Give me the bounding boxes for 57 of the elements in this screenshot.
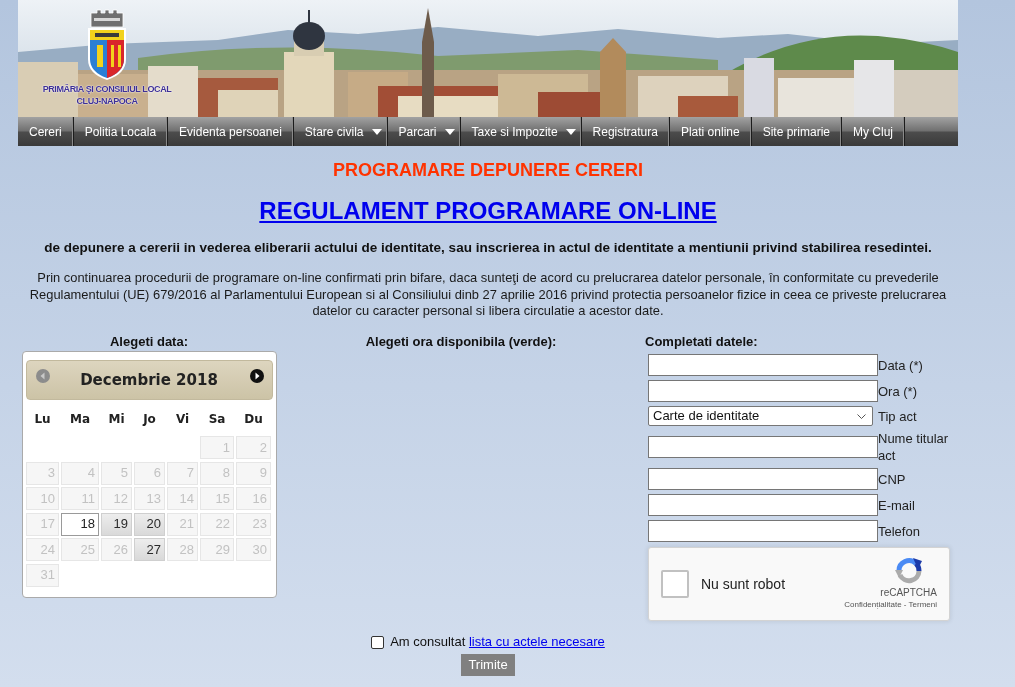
captcha-legal-links[interactable]: Confidențialitate - Termeni xyxy=(844,600,937,610)
input-field[interactable] xyxy=(648,468,878,490)
nav-item[interactable]: Politia Locala xyxy=(73,117,169,146)
nav-item[interactable]: Parcari xyxy=(387,117,461,146)
field-label: Data (*) xyxy=(878,356,924,374)
coat-of-arms-icon xyxy=(85,9,129,81)
day-cell[interactable]: 18 xyxy=(61,512,99,536)
field-label: Tip act xyxy=(878,407,918,425)
page-title: PROGRAMARE DEPUNERE CERERI xyxy=(332,160,643,180)
next-month-icon[interactable] xyxy=(249,369,264,383)
chevron-down-icon xyxy=(857,413,866,419)
day-cell[interactable]: 20 xyxy=(134,512,165,536)
nav-item[interactable]: Stare civila xyxy=(293,117,388,146)
weekday-label: Vi xyxy=(175,411,190,427)
weekday-label: Ma xyxy=(69,411,90,427)
nav-item[interactable]: Site primarie xyxy=(751,117,842,146)
field-label: CNP xyxy=(878,470,907,488)
select-field[interactable]: Carte de identitate xyxy=(648,406,873,426)
input-field[interactable] xyxy=(648,436,878,458)
weekday-label: Lu xyxy=(34,411,51,427)
field-label: Telefon xyxy=(878,522,921,540)
logo-text: PRIMĂRIA ŞI CONSILIUL LOCAL xyxy=(42,83,172,95)
recaptcha-logo-icon xyxy=(893,557,924,585)
nav-item[interactable]: Cereri xyxy=(18,117,74,146)
nav-item[interactable]: Evidenta persoanei xyxy=(168,117,294,146)
day-cell[interactable]: 19 xyxy=(101,512,132,536)
input-field[interactable] xyxy=(648,494,878,516)
weekday-label: Mi xyxy=(108,411,125,427)
agreement-text: Am consultat xyxy=(390,634,466,650)
captcha-checkbox[interactable] xyxy=(661,570,689,598)
captcha-brand: reCAPTCHA xyxy=(880,587,937,599)
submit-button[interactable]: Trimite xyxy=(461,654,515,676)
input-field[interactable] xyxy=(648,520,878,542)
nav-item[interactable]: My Cluj xyxy=(842,117,906,146)
input-field[interactable] xyxy=(648,354,878,376)
column-heading: Alegeti data: xyxy=(110,334,188,350)
field-label: E-mail xyxy=(878,496,916,514)
weekday-label: Jo xyxy=(143,411,156,427)
weekday-label: Sa xyxy=(208,411,226,427)
nav-item[interactable]: Taxe si Impozite xyxy=(460,117,582,146)
field-label: Ora (*) xyxy=(878,382,918,400)
agreement-checkbox[interactable] xyxy=(371,635,385,649)
input-field[interactable] xyxy=(648,380,878,402)
logo-text: CLUJ-NAPOCA xyxy=(76,95,138,107)
subtitle-text: de depunere a cererii in vederea eliberarii actului de identitate, sau inscrierea in actul de identitate a mentiunii privind stabilirea resedintei. xyxy=(44,240,932,256)
captcha-label: Nu sunt robot xyxy=(701,574,786,594)
nav-item[interactable]: Plati online xyxy=(669,117,752,146)
consent-paragraph: Prin continuarea procedurii de programare on-line confirmati prin bifare, daca sunteţi de acord cu prelucrarea datelor personale, în conformitate cu prevederile Regulamentului (UE) 679/2016 al Parlamentului European si al Consiliului dinb 27 aprilie 2016 privind protectia persoanelor fizice in ceea ce priveste prelucrarea datelor cu caracter personal si libera circulatie a acestor date. xyxy=(28,270,948,320)
rules-link[interactable]: REGULAMENT PROGRAMARE ON-LINE xyxy=(259,198,717,224)
column-heading: Completati datele: xyxy=(645,334,758,350)
required-documents-link[interactable]: lista cu actele necesare xyxy=(468,634,605,650)
field-label: Nume titular act xyxy=(878,430,950,464)
day-cell[interactable]: 27 xyxy=(134,538,165,561)
nav-item[interactable]: Registratura xyxy=(581,117,670,146)
month-title: Decembrie 2018 xyxy=(80,369,218,391)
column-heading: Alegeti ora disponibila (verde): xyxy=(365,334,557,350)
weekday-label: Du xyxy=(244,411,263,427)
